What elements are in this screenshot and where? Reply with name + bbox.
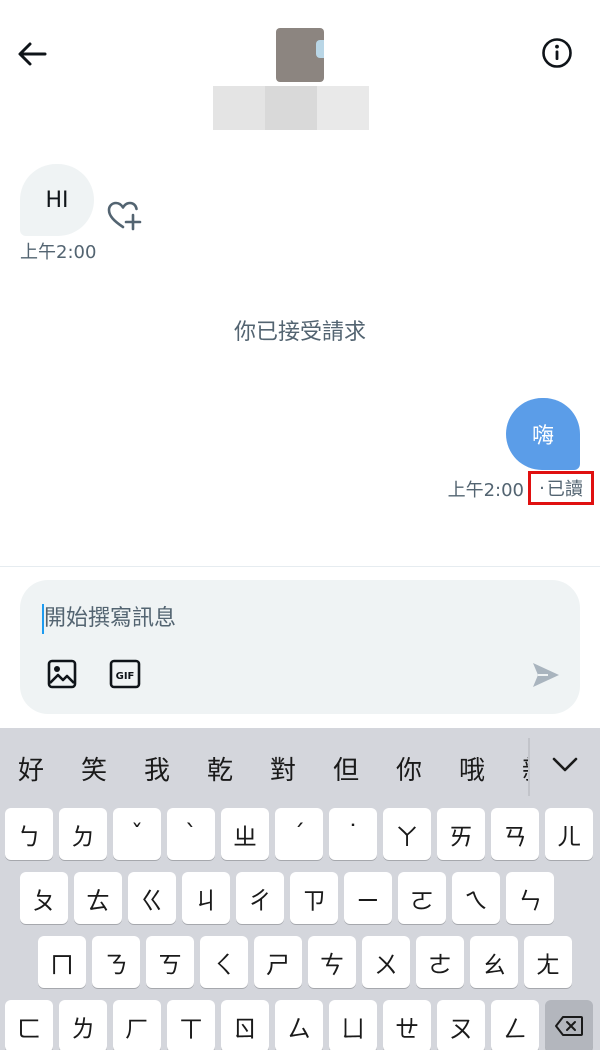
username-redacted [213, 86, 369, 130]
separator-dot: · [539, 477, 545, 499]
keyboard-key[interactable]: ˇ [113, 808, 161, 860]
candidate-word[interactable]: 笑 [81, 750, 107, 787]
keyboard-key[interactable]: ㄐ [182, 872, 230, 924]
keyboard-key[interactable]: ㄇ [38, 936, 86, 988]
send-button[interactable] [530, 660, 562, 690]
keyboard-key[interactable]: ㄧ [344, 872, 392, 924]
candidate-word[interactable]: 我 [144, 750, 170, 787]
keyboard-key[interactable]: ㄕ [254, 936, 302, 988]
message-composer: GIF [20, 580, 580, 714]
conversation-header [0, 0, 600, 140]
send-icon [533, 663, 559, 687]
keyboard-key[interactable]: ㄑ [200, 936, 248, 988]
keyboard-key[interactable]: ˊ [275, 808, 323, 860]
keyboard-key[interactable]: ㄨ [362, 936, 410, 988]
keyboard-key[interactable]: ㄉ [59, 808, 107, 860]
keyboard-key[interactable]: ㄏ [113, 1000, 161, 1050]
keyboard-key[interactable]: ㄒ [167, 1000, 215, 1050]
chevron-down-icon [552, 757, 578, 772]
keyboard-key[interactable]: ㄆ [20, 872, 68, 924]
candidate-word[interactable]: 乾 [207, 750, 233, 787]
keyboard-key[interactable]: ㄔ [236, 872, 284, 924]
keyboard-key[interactable]: ㄞ [437, 808, 485, 860]
outgoing-message-bubble[interactable]: 嗨 [506, 398, 580, 470]
backspace-icon [555, 1016, 583, 1036]
keyboard-key[interactable]: ㄊ [74, 872, 122, 924]
keyboard-key[interactable]: ㄓ [221, 808, 269, 860]
incoming-message-bubble[interactable]: HI [20, 164, 94, 236]
keyboard-key[interactable]: ㄚ [383, 808, 431, 860]
keyboard-key[interactable]: ㄋ [92, 936, 140, 988]
arrow-left-icon [18, 42, 47, 66]
read-status-text: 已讀 [546, 479, 583, 500]
keyboard-key[interactable]: ˙ [329, 808, 377, 860]
candidate-word[interactable]: 哦 [459, 750, 485, 787]
keyboard-key[interactable]: ㄟ [452, 872, 500, 924]
add-gif-button[interactable]: GIF [108, 658, 142, 690]
candidate-word[interactable]: 好 [18, 750, 44, 787]
candidate-bar: 好 笑 我 乾 對 但 你 哦 親 [0, 728, 600, 804]
keyboard-key[interactable]: ㄛ [398, 872, 446, 924]
keyboard-key[interactable]: ㄖ [221, 1000, 269, 1050]
message-input[interactable] [44, 600, 484, 636]
incoming-message-text: HI [45, 187, 69, 213]
keyboard-key[interactable]: ㄥ [491, 1000, 539, 1050]
incoming-message-time: 上午2:00 [20, 242, 97, 263]
backspace-key[interactable] [545, 1000, 593, 1050]
keyboard-key[interactable]: ㄜ [416, 936, 464, 988]
heart-plus-icon [107, 201, 142, 231]
keyboard-key[interactable]: ㄙ [275, 1000, 323, 1050]
gif-label: GIF [116, 671, 135, 682]
keyboard-key[interactable]: ㄈ [5, 1000, 53, 1050]
react-button[interactable] [106, 200, 142, 232]
keyboard-key[interactable]: ㄡ [437, 1000, 485, 1050]
outgoing-message-time: 上午2:00 [447, 480, 524, 501]
info-button[interactable] [540, 36, 574, 70]
expand-candidates-button[interactable] [548, 750, 582, 780]
keyboard-key[interactable]: ㄍ [128, 872, 176, 924]
keyboard-key[interactable]: ㄩ [329, 1000, 377, 1050]
request-accepted-notice: 你已接受請求 [233, 320, 366, 345]
keyboard-key[interactable]: ㄝ [383, 1000, 431, 1050]
gif-icon: GIF [109, 659, 141, 689]
keyboard-key[interactable]: ㄘ [308, 936, 356, 988]
bopomofo-keyboard: 好 笑 我 乾 對 但 你 哦 親 ㄅ ㄉ ˇ ˋ ㄓ ˊ ˙ ㄚ ㄞ ㄢ ㄦ … [0, 728, 600, 1050]
keyboard-key[interactable]: ㄗ [290, 872, 338, 924]
keyboard-key[interactable]: ㄦ [545, 808, 593, 860]
divider [0, 566, 600, 567]
info-circle-icon [542, 38, 572, 68]
keyboard-key[interactable]: ㄎ [146, 936, 194, 988]
keyboard-key[interactable]: ˋ [167, 808, 215, 860]
candidate-word[interactable]: 你 [396, 750, 422, 787]
candidate-separator [528, 738, 530, 796]
keyboard-key[interactable]: ㄢ [491, 808, 539, 860]
avatar[interactable] [276, 28, 324, 82]
outgoing-message-text: 嗨 [531, 424, 554, 449]
image-icon [47, 659, 77, 689]
keyboard-key[interactable]: ㄣ [506, 872, 554, 924]
keyboard-key[interactable]: ㄌ [59, 1000, 107, 1050]
candidate-word[interactable]: 對 [270, 750, 296, 787]
keyboard-key[interactable]: ㄠ [470, 936, 518, 988]
back-button[interactable] [14, 36, 50, 72]
keyboard-key[interactable]: ㄅ [5, 808, 53, 860]
keyboard-key[interactable]: ㄤ [524, 936, 572, 988]
add-image-button[interactable] [46, 658, 78, 690]
read-status-highlight: · 已讀 [528, 471, 594, 505]
candidate-word[interactable]: 但 [333, 750, 359, 787]
